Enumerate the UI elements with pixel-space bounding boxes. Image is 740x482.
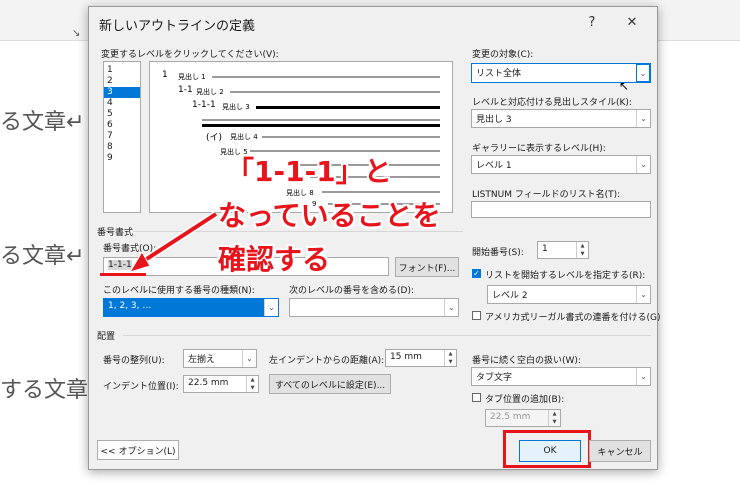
group-divider xyxy=(123,335,651,336)
annotation-line-2: なっていることを xyxy=(218,199,441,232)
preview-line xyxy=(262,136,440,138)
number-style-select[interactable]: 1, 2, 3, … ⌄ xyxy=(103,298,279,317)
position-group-label: 配置 xyxy=(97,332,116,342)
level-item[interactable]: 4 xyxy=(104,98,140,109)
alignment-select[interactable]: 左揃え ⌄ xyxy=(183,349,257,368)
include-level-select[interactable]: ⌄ xyxy=(289,298,459,317)
dialog-titlebar: 新しいアウトラインの定義 ? ✕ xyxy=(89,7,657,39)
level-item[interactable]: 5 xyxy=(104,109,140,120)
preview-number: (イ) xyxy=(206,133,223,143)
chevron-down-icon[interactable]: ⌄ xyxy=(636,110,650,127)
spin-up-down-icon[interactable]: ▲ ▼ xyxy=(576,242,588,258)
level-item[interactable]: 2 xyxy=(104,76,140,87)
legal-label: アメリカ式リーガル書式の連番を付ける(G) xyxy=(485,313,661,323)
level-item[interactable]: 8 xyxy=(104,142,140,153)
ok-highlight-box xyxy=(503,430,591,468)
level-item[interactable]: 9 xyxy=(104,153,140,164)
restart-level-select[interactable]: レベル 2 ⌄ xyxy=(487,285,651,304)
preview-number: 1-1 xyxy=(178,85,193,95)
options-button[interactable]: << オプション(L) xyxy=(97,440,179,460)
cancel-button[interactable]: キャンセル xyxy=(589,440,651,462)
spin-up-down-icon[interactable]: ▲ ▼ xyxy=(246,376,258,392)
doc-line-1: る文章↵ xyxy=(0,110,85,135)
spin-up-down-icon[interactable]: ▲ ▼ xyxy=(444,350,456,366)
outline-preview: 1 見出し 1 1-1 見出し 2 1-1-1 見出し 3 (イ) 見出し 4 … xyxy=(149,61,453,213)
preview-line xyxy=(212,76,440,78)
aligned-at-value: 15 mm xyxy=(390,352,422,362)
preview-line xyxy=(230,91,440,93)
chevron-down-icon[interactable]: ⌄ xyxy=(636,156,650,173)
chevron-down-icon[interactable]: ⌄ xyxy=(264,299,278,316)
alignment-value: 左揃え xyxy=(188,355,216,365)
chevron-down-icon[interactable]: ⌄ xyxy=(444,299,458,316)
chevron-down-icon[interactable]: ⌄ xyxy=(636,368,650,385)
chevron-down-icon[interactable]: ⌄ xyxy=(242,350,256,367)
follow-number-value: タブ文字 xyxy=(476,373,513,383)
preview-line-selected xyxy=(256,106,440,109)
restart-checkbox[interactable]: ✓ xyxy=(472,269,481,278)
font-button[interactable]: フォント(F)... xyxy=(395,257,459,277)
gallery-level-value: レベル 1 xyxy=(476,161,512,171)
gallery-level-select[interactable]: レベル 1 ⌄ xyxy=(471,155,651,174)
listnum-label: LISTNUM フィールドのリスト名(T): xyxy=(472,190,621,200)
mouse-cursor-icon: ↖ xyxy=(619,79,630,93)
apply-to-label: 変更の対象(C): xyxy=(472,50,534,60)
preview-label: 見出し 1 xyxy=(178,73,206,81)
preview-line-selected xyxy=(202,124,440,127)
aligned-at-spinner[interactable]: 15 mm ▲ ▼ xyxy=(385,349,457,367)
follow-number-label: 番号に続く空白の扱い(W): xyxy=(472,356,581,366)
indent-label: インデント位置(I): xyxy=(103,382,179,392)
spin-up-down-icon[interactable]: ▲ ▼ xyxy=(548,410,560,426)
set-all-levels-button[interactable]: すべてのレベルに設定(E)... xyxy=(269,374,391,394)
close-icon[interactable]: ✕ xyxy=(619,13,645,33)
tab-stop-spinner[interactable]: 22.5 mm ▲ ▼ xyxy=(485,409,561,427)
tab-stop-value: 22.5 mm xyxy=(490,412,531,422)
gallery-level-label: ギャラリーに表示するレベル(H): xyxy=(472,144,606,154)
aligned-at-label: 左インデントからの距離(A): xyxy=(269,356,385,366)
resize-corner-icon: ↘ xyxy=(72,28,81,39)
apply-to-value: リスト全体 xyxy=(476,69,522,79)
legal-checkbox[interactable] xyxy=(472,311,481,320)
help-button[interactable]: ? xyxy=(579,13,605,33)
level-item[interactable]: 1 xyxy=(104,65,140,76)
tab-stop-checkbox[interactable] xyxy=(472,393,481,402)
indent-value: 22.5 mm xyxy=(188,378,229,388)
indent-spinner[interactable]: 22.5 mm ▲ ▼ xyxy=(183,375,259,393)
level-item[interactable]: 7 xyxy=(104,131,140,142)
alignment-label: 番号の整列(U): xyxy=(103,356,165,366)
number-style-label: このレベルに使用する番号の種類(N): xyxy=(103,286,255,296)
preview-line xyxy=(322,191,440,193)
preview-line xyxy=(202,119,440,121)
preview-label: 見出し 2 xyxy=(196,88,224,96)
dialog-title: 新しいアウトラインの定義 xyxy=(99,19,256,34)
listnum-input[interactable] xyxy=(471,201,651,218)
arrow-icon xyxy=(128,211,218,273)
link-style-select[interactable]: 見出し 3 ⌄ xyxy=(471,109,651,128)
level-item[interactable]: 6 xyxy=(104,120,140,131)
doc-line-2: る文章↵ xyxy=(0,244,85,269)
level-click-label: 変更するレベルをクリックしてください(V): xyxy=(101,50,279,60)
level-item-selected[interactable]: 3 xyxy=(104,87,140,98)
preview-number: 1 xyxy=(162,70,168,80)
start-at-label: 開始番号(S): xyxy=(472,248,524,258)
tab-stop-label: タブ位置の追加(B): xyxy=(485,395,565,405)
number-style-value: 1, 2, 3, … xyxy=(104,299,278,316)
annotation-line-1: 「1-1-1」と xyxy=(226,155,392,188)
restart-level-value: レベル 2 xyxy=(492,291,528,301)
start-at-spinner[interactable]: 1 ▲ ▼ xyxy=(537,241,589,259)
preview-label: 見出し 3 xyxy=(222,103,250,111)
follow-number-select[interactable]: タブ文字 ⌄ xyxy=(471,367,651,386)
level-list[interactable]: 1 2 3 4 5 6 7 8 9 xyxy=(103,61,141,213)
chevron-down-icon[interactable]: ⌄ xyxy=(636,286,650,303)
link-style-label: レベルと対応付ける見出しスタイル(K): xyxy=(472,98,632,108)
restart-label: リストを開始するレベルを指定する(R): xyxy=(485,271,646,281)
preview-number: 1-1-1 xyxy=(192,100,216,110)
include-level-label: 次のレベルの番号を含める(D): xyxy=(289,286,414,296)
link-style-value: 見出し 3 xyxy=(476,115,512,125)
doc-line-3: する文章 xyxy=(0,378,89,403)
start-at-value: 1 xyxy=(542,244,548,254)
chevron-down-icon[interactable]: ⌄ xyxy=(636,64,650,82)
preview-label: 見出し 4 xyxy=(230,133,258,141)
annotation-line-3: 確認する xyxy=(218,243,331,276)
